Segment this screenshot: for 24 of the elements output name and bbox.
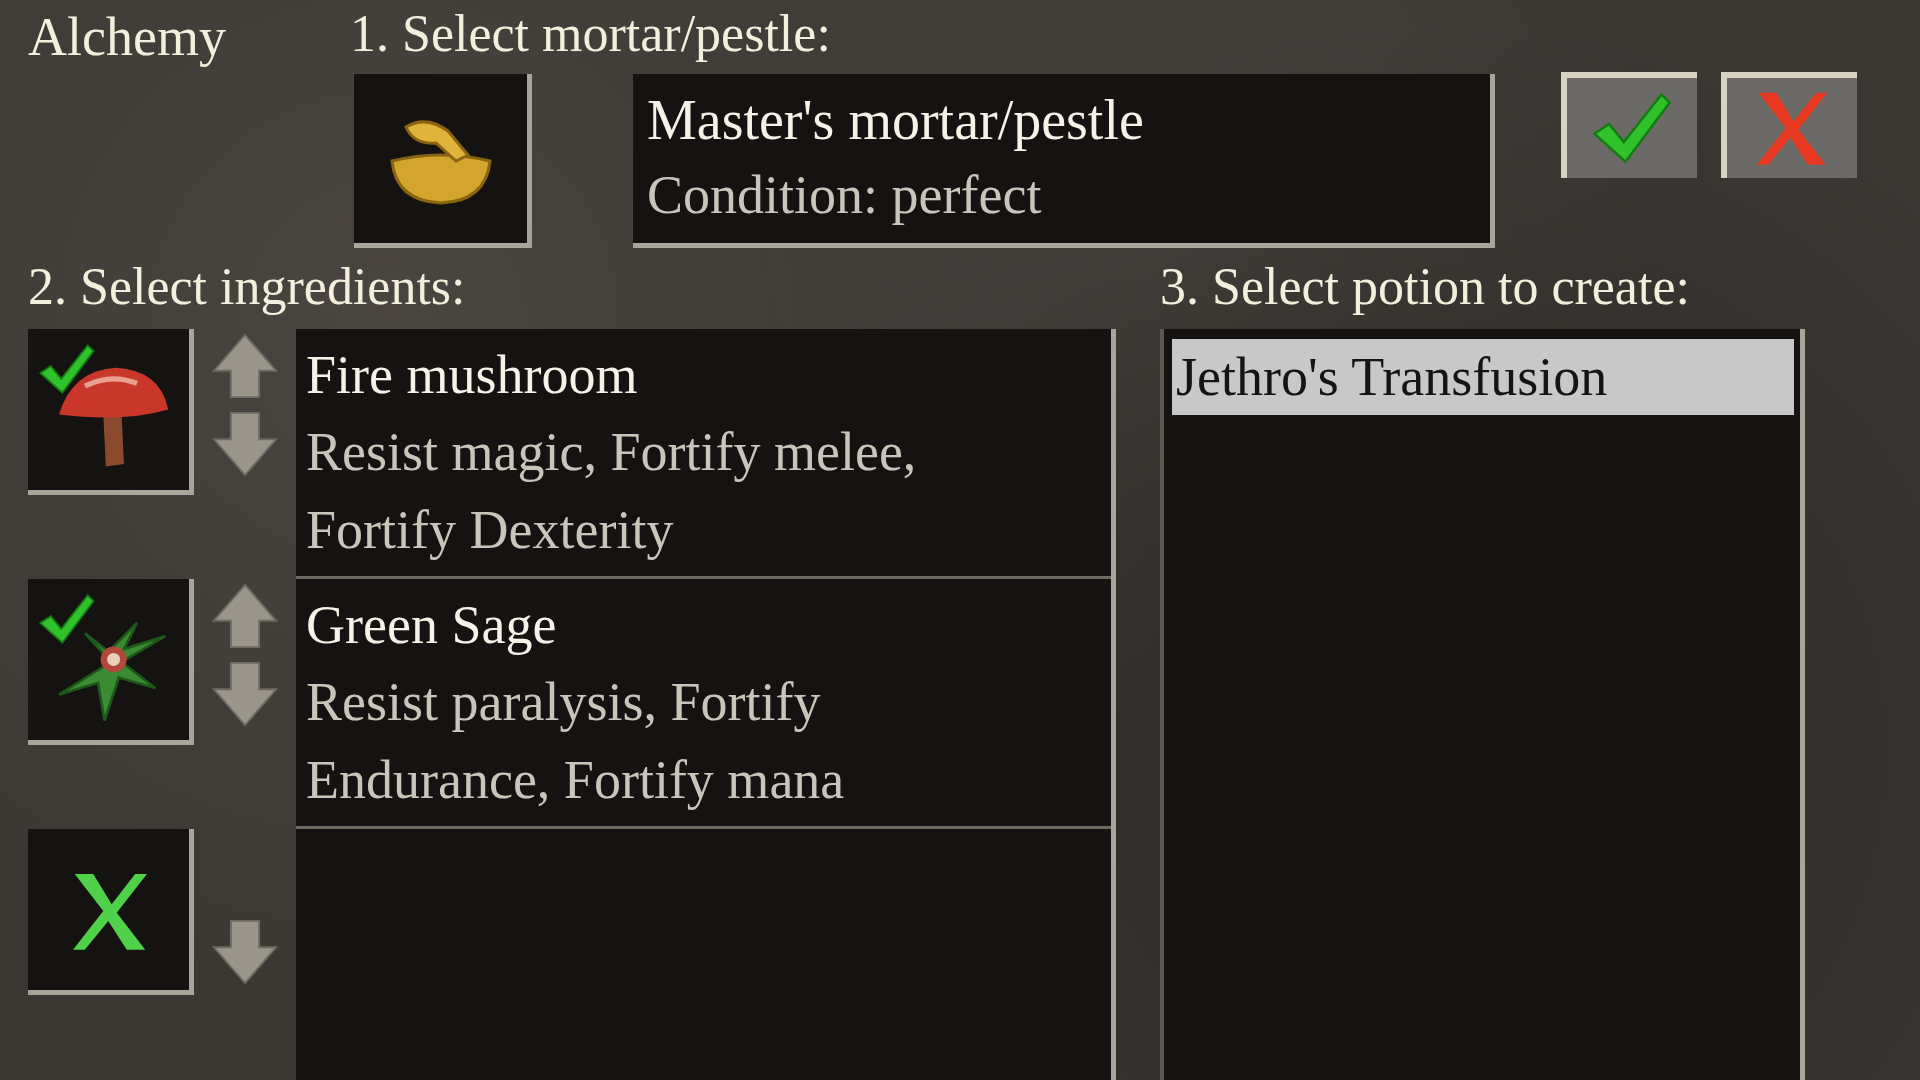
tool-condition: Condition: perfect <box>647 164 1043 227</box>
ingredient-slot[interactable] <box>28 579 194 745</box>
ingredient-effects: Resist magic, Fortify melee, Fortify Dexterity <box>306 421 918 562</box>
tool-name: Master's mortar/pestle <box>647 88 1145 153</box>
step-heading: 2. Select ingredients: <box>28 257 467 317</box>
ingredient-row[interactable]: Green Sage Resist paralysis, Fortify Endurance, Fortify mana <box>296 579 1111 829</box>
ingredient-effects: Resist paralysis, Fortify Endurance, Fortify mana <box>306 671 846 812</box>
down-arrow-icon[interactable] <box>212 917 278 987</box>
potion-item[interactable]: Jethro's Transfusion <box>1172 339 1794 415</box>
ingredient-slot[interactable] <box>28 329 194 495</box>
confirm-button[interactable] <box>1561 72 1697 178</box>
ingredient-name: Fire mushroom <box>306 344 639 407</box>
step-heading: 1. Select mortar/pestle: <box>350 4 832 64</box>
down-arrow-icon[interactable] <box>212 659 278 729</box>
cancel-button[interactable] <box>1721 72 1857 178</box>
screen-title: Alchemy <box>28 6 227 66</box>
down-arrow-icon[interactable] <box>212 409 278 479</box>
mortar-slot[interactable] <box>354 74 532 248</box>
empty-ingredient-slot[interactable] <box>28 829 194 995</box>
up-arrow-icon[interactable] <box>212 331 278 401</box>
step-heading: 3. Select potion to create: <box>1160 257 1691 317</box>
ingredient-name: Green Sage <box>306 594 558 657</box>
up-arrow-icon[interactable] <box>212 581 278 651</box>
ingredient-row[interactable]: Fire mushroom Resist magic, Fortify melee, Fortify Dexterity <box>296 329 1111 579</box>
